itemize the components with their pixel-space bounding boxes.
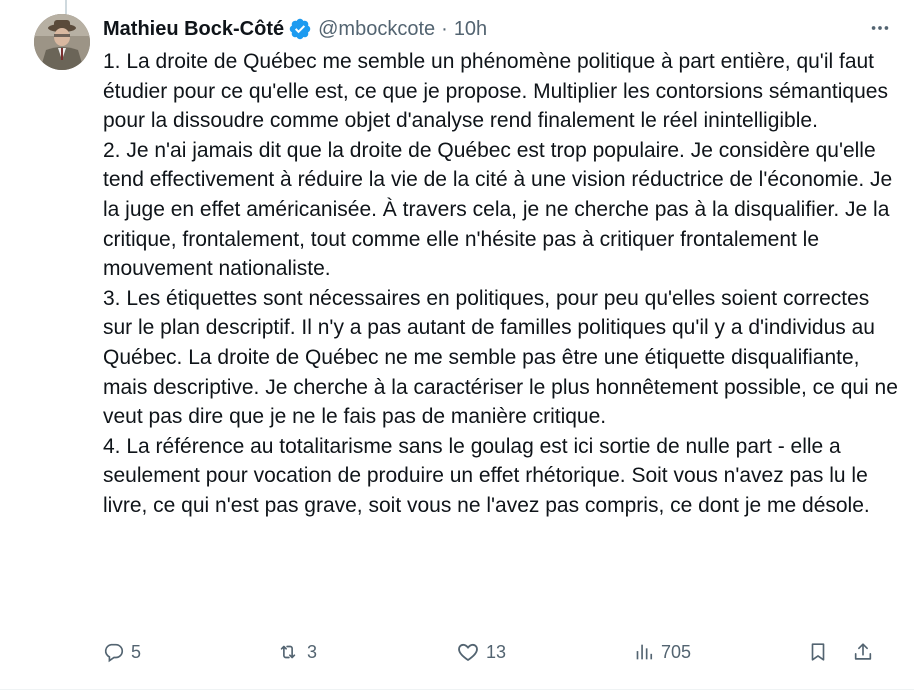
bookmark-icon [811,643,825,661]
share-icon [854,643,872,660]
author-handle[interactable]: @mbockcote [318,18,435,41]
tweet-paragraph: 4. La référence au totalitarisme sans le… [103,434,870,517]
tweet-timestamp[interactable]: 10h [454,18,487,41]
repost-icon [280,645,296,659]
avatar-image [34,14,90,70]
separator-dot: · [441,17,448,40]
tweet-paragraph: 1. La droite de Québec me semble un phén… [103,50,888,133]
share-button[interactable] [852,634,874,670]
views-button[interactable]: 705 [633,634,691,670]
reply-button[interactable]: 5 [103,634,141,670]
like-button[interactable]: 13 [456,634,506,670]
reply-count: 5 [131,641,142,662]
tweet-actions: 5 3 13 705 [103,634,893,670]
thread-connector-line [65,0,67,14]
views-icon [636,644,653,660]
bookmark-button[interactable] [807,634,829,670]
heart-icon [458,643,478,662]
repost-count: 3 [307,641,318,662]
more-icon[interactable] [868,16,892,40]
tweet-paragraph: 2. Je n'ai jamais dit que la droite de Q… [103,138,893,281]
like-count: 13 [486,641,507,662]
tweet-header: Mathieu Bock-Côté @mbockcote · 10h [103,14,487,44]
reply-icon [104,643,124,663]
avatar[interactable] [34,14,90,70]
repost-button[interactable]: 3 [275,634,317,670]
views-count: 705 [661,641,692,662]
author-name[interactable]: Mathieu Bock-Côté [103,18,284,41]
tweet-paragraph: 3. Les étiquettes sont nécessaires en po… [103,286,898,429]
tweet-text: 1. La droite de Québec me semble un phén… [103,47,903,521]
verified-badge-icon[interactable] [288,17,312,41]
